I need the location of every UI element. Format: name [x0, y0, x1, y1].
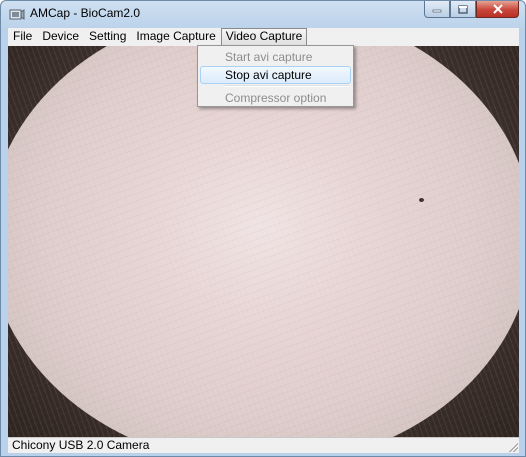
minimize-icon	[432, 9, 442, 13]
camera-app-icon	[9, 9, 25, 20]
app-window: AMCap - BioCam2.0 File Device Setting Im…	[0, 0, 526, 457]
maximize-button[interactable]	[450, 1, 476, 18]
status-text: Chicony USB 2.0 Camera	[12, 438, 150, 452]
menu-image-capture[interactable]: Image Capture	[131, 28, 220, 46]
menu-bar: File Device Setting Image Capture Video …	[8, 28, 519, 46]
video-capture-menu: Start avi capture Stop avi capture Compr…	[197, 45, 354, 107]
maximize-icon	[458, 4, 468, 14]
speck-mark	[419, 198, 424, 202]
menu-separator	[225, 85, 349, 87]
close-icon	[492, 4, 503, 14]
window-title: AMCap - BioCam2.0	[30, 6, 141, 20]
title-bar[interactable]: AMCap - BioCam2.0	[1, 1, 525, 27]
status-bar: Chicony USB 2.0 Camera	[8, 437, 519, 453]
close-button[interactable]	[476, 1, 519, 18]
stop-avi-capture-item[interactable]: Stop avi capture	[200, 66, 351, 84]
compressor-option-item[interactable]: Compressor option	[200, 89, 351, 107]
minimize-button[interactable]	[424, 1, 450, 18]
start-avi-capture-item[interactable]: Start avi capture	[200, 48, 351, 66]
caption-buttons	[424, 1, 519, 19]
menu-device[interactable]: Device	[37, 28, 84, 46]
menu-video-capture[interactable]: Video Capture	[220, 28, 308, 46]
menu-setting[interactable]: Setting	[84, 28, 131, 46]
resize-grip-icon[interactable]	[508, 442, 518, 452]
menu-file[interactable]: File	[8, 28, 37, 46]
